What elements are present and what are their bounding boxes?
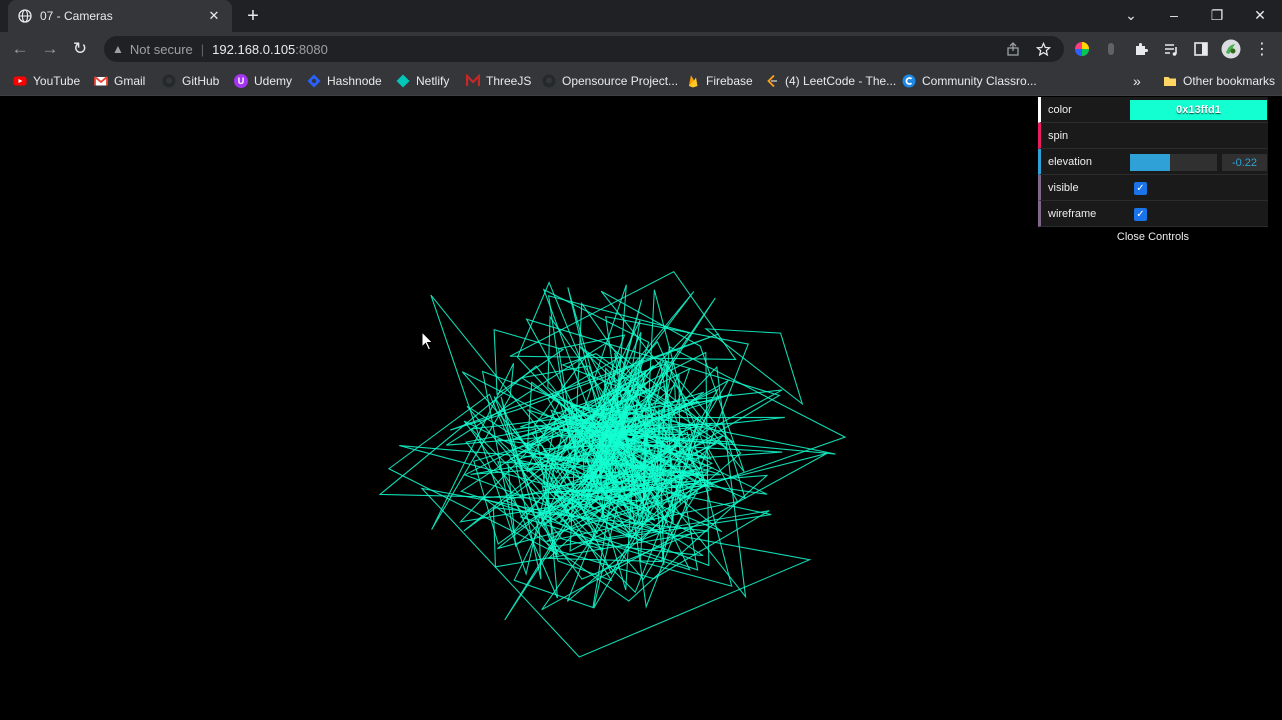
active-tab[interactable]: 07 - Cameras ✕	[8, 0, 232, 32]
url-host: 192.168.0.105	[212, 41, 296, 57]
hashnode-icon	[307, 74, 321, 88]
wireframe-checkbox[interactable]: ✓	[1134, 208, 1147, 221]
spin-button[interactable]: spin	[1038, 123, 1268, 149]
bookmark-threejs[interactable]: ThreeJS	[466, 72, 531, 90]
gui-color-row: color 0x13ffd1	[1038, 97, 1268, 123]
gui-visible-row: visible ✓	[1038, 175, 1268, 201]
warning-icon[interactable]: ▲	[112, 42, 124, 56]
address-bar[interactable]: ▲ Not secure | 192.168.0.105 :8080	[104, 36, 1064, 62]
bookmark-label: YouTube	[33, 74, 81, 88]
window-close-button[interactable]: ✕	[1238, 0, 1282, 30]
browser-menu-icon[interactable]: ⋮	[1252, 39, 1272, 59]
back-button[interactable]: ←	[8, 37, 32, 61]
tab-search-button[interactable]: ⌄	[1109, 0, 1153, 30]
mesh-triangle	[493, 328, 565, 396]
bookmark-netlify[interactable]: Netlify	[396, 72, 449, 90]
classroom-icon	[902, 74, 916, 88]
gmail-icon	[94, 74, 108, 88]
address-separator: |	[200, 41, 205, 57]
tab-close-icon[interactable]: ✕	[206, 8, 222, 24]
gui-color-label: color	[1048, 103, 1072, 116]
new-tab-button[interactable]: +	[243, 6, 263, 26]
mouse-cursor	[421, 330, 435, 356]
gui-spin-label: spin	[1048, 129, 1069, 142]
github-icon	[542, 74, 556, 88]
folder-icon	[1163, 74, 1177, 88]
globe-icon	[18, 9, 32, 23]
gui-wireframe-row: wireframe ✓	[1038, 201, 1268, 227]
bookmark-label: Udemy	[254, 74, 293, 88]
gui-elevation-row: elevation -0.22	[1038, 149, 1268, 175]
bookmark-label: Community Classro...	[922, 74, 1037, 88]
bookmarks-bar: YouTube Gmail GitHub U Udemy Hashnode Ne…	[0, 66, 1282, 96]
bookmarks-overflow-button[interactable]: »	[1133, 72, 1141, 90]
color-picker-extension-icon[interactable]	[1072, 39, 1092, 59]
visible-checkbox[interactable]: ✓	[1134, 182, 1147, 195]
puzzle-icon[interactable]	[1131, 39, 1151, 59]
extension-icon[interactable]	[1101, 39, 1121, 59]
leetcode-icon	[765, 74, 779, 88]
restore-button[interactable]: ❐	[1195, 0, 1239, 30]
reload-button[interactable]: ↻	[68, 37, 92, 61]
bookmark-label: ThreeJS	[486, 74, 532, 88]
bookmark-youtube[interactable]: YouTube	[13, 72, 80, 90]
minimize-button[interactable]: –	[1152, 0, 1196, 30]
bookmark-label: GitHub	[182, 74, 220, 88]
gui-panel: color 0x13ffd1 spin elevation -0.22 visi…	[1038, 97, 1268, 247]
gui-visible-label: visible	[1048, 181, 1079, 194]
elevation-input[interactable]: -0.22	[1222, 154, 1267, 171]
bookmark-github[interactable]: GitHub	[162, 72, 219, 90]
browser-toolbar: ← → ↻ ▲ Not secure | 192.168.0.105 :8080…	[0, 32, 1282, 66]
gui-elevation-label: elevation	[1048, 155, 1093, 168]
netlify-icon	[396, 74, 410, 88]
bookmark-gmail[interactable]: Gmail	[94, 72, 145, 90]
bookmark-label: (4) LeetCode - The...	[785, 74, 897, 88]
bookmark-hashnode[interactable]: Hashnode	[307, 72, 382, 90]
threejs-icon	[466, 74, 480, 88]
other-bookmarks[interactable]: Other bookmarks	[1163, 72, 1275, 90]
elevation-slider-fill	[1130, 154, 1171, 171]
bookmark-firebase[interactable]: Firebase	[686, 72, 753, 90]
forward-button[interactable]: →	[38, 37, 62, 61]
firebase-icon	[686, 74, 700, 88]
bookmark-udemy[interactable]: U Udemy	[234, 72, 292, 90]
wireframe-group	[378, 270, 847, 658]
bookmark-label: Hashnode	[327, 74, 382, 88]
side-panel-icon[interactable]	[1191, 39, 1211, 59]
bookmark-opensource[interactable]: Opensource Project...	[542, 72, 678, 90]
star-icon[interactable]	[1034, 40, 1052, 58]
bookmark-label: Gmail	[114, 74, 146, 88]
close-controls-button[interactable]: Close Controls	[1038, 227, 1268, 247]
three-canvas[interactable]: color 0x13ffd1 spin elevation -0.22 visi…	[0, 97, 1282, 720]
udemy-icon: U	[234, 74, 248, 88]
share-icon[interactable]	[1004, 40, 1022, 58]
tab-title: 07 - Cameras	[40, 9, 113, 23]
bookmark-label: Opensource Project...	[562, 74, 679, 88]
youtube-icon	[13, 74, 27, 88]
bookmark-classroom[interactable]: Community Classro...	[902, 72, 1037, 90]
bookmark-label: Netlify	[416, 74, 450, 88]
bookmark-label: Other bookmarks	[1183, 74, 1276, 88]
bookmark-label: Firebase	[706, 74, 753, 88]
profile-avatar[interactable]	[1221, 39, 1241, 59]
tab-strip: 07 - Cameras ✕ + ⌄ – ❐ ✕	[0, 0, 1282, 32]
bookmark-leetcode[interactable]: (4) LeetCode - The...	[765, 72, 896, 90]
security-status[interactable]: Not secure	[130, 42, 193, 57]
github-icon	[162, 74, 176, 88]
media-control-icon[interactable]	[1161, 39, 1181, 59]
gui-wireframe-label: wireframe	[1048, 207, 1097, 220]
elevation-slider[interactable]	[1130, 154, 1217, 171]
url-port: :8080	[295, 41, 328, 57]
color-input[interactable]: 0x13ffd1	[1130, 100, 1267, 120]
